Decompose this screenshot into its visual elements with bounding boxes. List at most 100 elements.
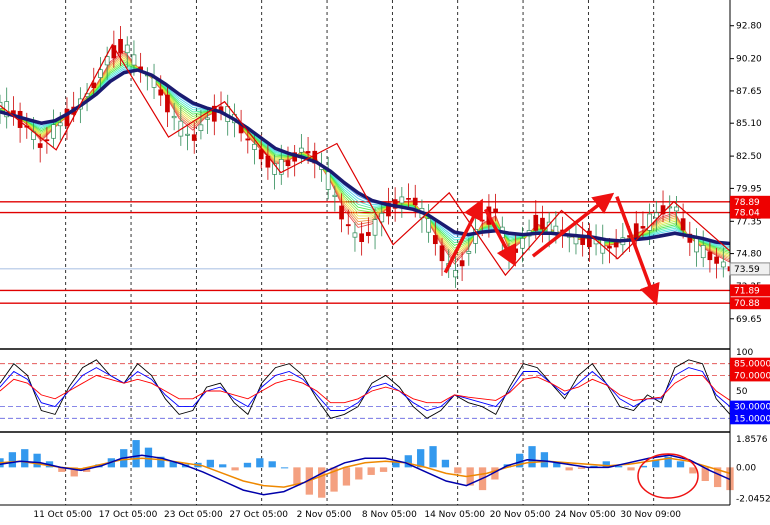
candle-body — [680, 218, 686, 231]
macd-histogram-bar — [454, 467, 462, 474]
macd-tick-label: -2.0452 — [736, 494, 770, 504]
candle-body — [339, 205, 344, 220]
macd-histogram-bar — [8, 452, 17, 468]
macd-histogram-bar — [342, 467, 351, 486]
candle-body — [345, 224, 351, 227]
candle-body — [700, 245, 706, 259]
macd-histogram-bar — [132, 440, 140, 468]
price-tick-label: 69.65 — [736, 315, 762, 325]
candle-body — [171, 115, 177, 119]
macd-histogram-bar — [429, 446, 437, 468]
candle-body — [406, 197, 411, 200]
candle-body — [399, 196, 405, 204]
candle-body — [714, 256, 719, 264]
candle-body — [185, 133, 190, 136]
candle-body — [607, 246, 612, 249]
level-label: 78.04 — [734, 209, 760, 219]
price-tick-label: 82.50 — [736, 152, 762, 162]
level-label: 78.89 — [734, 198, 760, 208]
candle-body — [426, 218, 431, 233]
level-label: 70.88 — [734, 299, 760, 309]
time-label: 14 Nov 05:00 — [424, 510, 485, 520]
candle-body — [158, 89, 164, 96]
macd-histogram-bar — [243, 462, 252, 468]
candle-body — [359, 233, 365, 243]
candle-body — [98, 69, 103, 78]
level-label: 71.89 — [734, 286, 760, 296]
candle-body — [613, 242, 619, 248]
osc-level-label: 70.0000 — [734, 371, 770, 381]
macd-histogram-bar — [367, 467, 375, 475]
price-tick-label: 77.35 — [736, 217, 762, 227]
candle-body — [493, 208, 498, 213]
time-label: 17 Oct 05:00 — [99, 510, 158, 520]
macd-tick-label: 0.00 — [736, 463, 756, 473]
candle-body — [365, 232, 371, 236]
macd-histogram-bar — [355, 467, 363, 480]
candle-body — [258, 149, 264, 160]
candle-body — [205, 117, 210, 120]
candle-body — [513, 248, 519, 253]
candle-body — [198, 124, 204, 132]
macd-histogram-bar — [21, 449, 29, 468]
candle-body — [372, 219, 378, 236]
macd-histogram-bar — [528, 446, 536, 468]
chart-canvas: 11 Oct 05:00 17 Oct 05:00 23 Oct 05:00 27 O… — [0, 0, 770, 525]
candle-body — [707, 251, 713, 261]
price-tick-label: 87.65 — [736, 87, 762, 97]
candle-body — [540, 217, 545, 230]
candle-body — [191, 134, 197, 141]
macd-histogram-bar — [219, 464, 227, 468]
time-label: 24 Nov 05:00 — [555, 510, 616, 520]
price-tick-label: 92.80 — [736, 22, 762, 32]
candle-body — [57, 122, 63, 127]
candle-body — [165, 94, 170, 113]
time-label: 30 Nov 09:00 — [620, 510, 681, 520]
candle-body — [37, 143, 43, 148]
price-tick-label: 74.80 — [736, 250, 762, 260]
macd-histogram-bar — [33, 453, 41, 468]
candle-body — [325, 171, 331, 190]
candle-body — [285, 160, 291, 167]
time-label: 8 Nov 05:00 — [362, 510, 417, 520]
macd-histogram-bar — [268, 461, 276, 468]
candle-body — [453, 270, 458, 278]
candle-body — [131, 54, 137, 66]
macd-histogram-bar — [577, 467, 586, 469]
candle-body — [439, 245, 445, 262]
candle-body — [694, 237, 699, 253]
candle-body — [720, 261, 726, 268]
macd-histogram-bar — [676, 461, 685, 468]
macd-histogram-bar — [627, 467, 635, 471]
candle-body — [118, 38, 123, 54]
candle-body — [352, 232, 358, 238]
candle-body — [91, 82, 97, 89]
time-label: 2 Nov 05:00 — [297, 510, 352, 520]
price-tick-label: 79.95 — [736, 184, 762, 194]
candle-body — [432, 235, 438, 245]
candle-body — [412, 197, 418, 206]
macd-histogram-bar — [280, 467, 289, 469]
macd-histogram-bar — [206, 459, 214, 468]
candle-body — [332, 194, 338, 197]
candle-body — [245, 138, 251, 141]
candle-body — [479, 219, 485, 222]
candle-body — [299, 147, 304, 153]
macd-histogram-bar — [565, 467, 573, 471]
candle-body — [633, 223, 639, 240]
candle-body — [51, 124, 56, 139]
macd-histogram-bar — [441, 459, 450, 468]
macd-tick-label: 1.8576 — [736, 435, 768, 445]
macd-histogram-bar — [379, 467, 388, 472]
macd-histogram-bar — [256, 458, 264, 468]
macd-histogram-bar — [144, 447, 153, 468]
candle-body — [459, 260, 465, 267]
macd-histogram-bar — [417, 449, 425, 468]
time-label: 27 Oct 05:00 — [229, 510, 288, 520]
macd-histogram-bar — [231, 467, 239, 471]
candle-body — [640, 226, 646, 229]
time-label: 20 Nov 05:00 — [490, 510, 551, 520]
candle-body — [252, 143, 257, 150]
candle-body — [533, 214, 539, 231]
price-tick-label: 90.20 — [736, 55, 762, 65]
